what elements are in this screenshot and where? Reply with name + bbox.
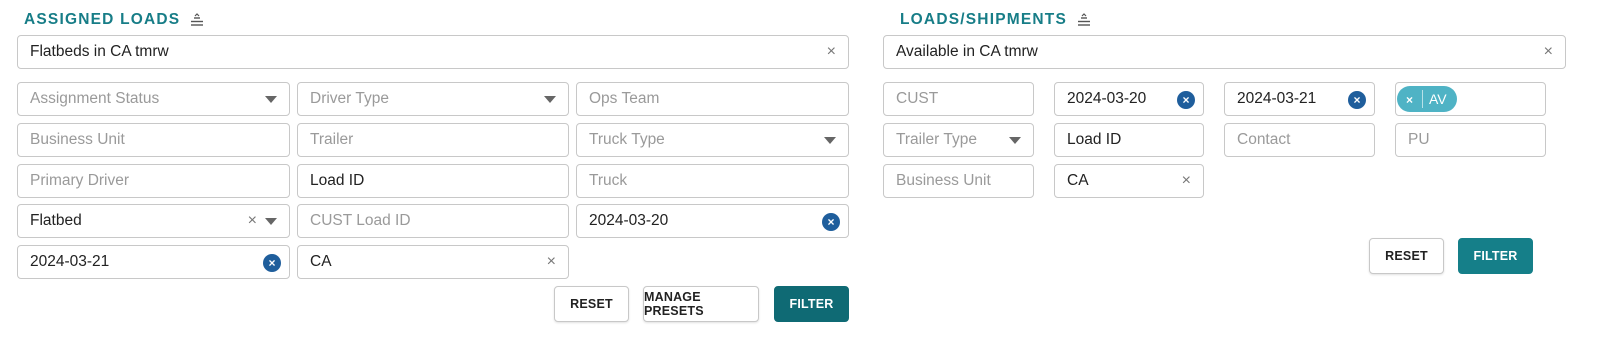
loads-shipments-search-value: Available in CA tmrw	[896, 43, 1038, 60]
ls-load-id-label: Load ID	[1067, 131, 1122, 148]
ls-end-date-input[interactable]: 2024-03-21 ×	[1224, 82, 1375, 116]
primary-driver-input[interactable]: Primary Driver	[17, 164, 290, 198]
pu-input[interactable]: PU	[1395, 123, 1546, 157]
remove-chip-icon[interactable]: ×	[1397, 90, 1423, 108]
ls-state-input[interactable]: CA ×	[1054, 164, 1204, 198]
clear-state-icon[interactable]: ×	[547, 254, 556, 270]
business-unit-input[interactable]: Business Unit	[17, 123, 290, 157]
load-id-input[interactable]: Load ID	[297, 164, 569, 198]
end-date-value: 2024-03-21	[30, 253, 110, 270]
manage-presets-button-label: MANAGE PRESETS	[644, 290, 704, 318]
ls-start-date-input[interactable]: 2024-03-20 ×	[1054, 82, 1204, 116]
collapse-icon[interactable]	[1077, 13, 1091, 27]
ls-trailer-type-placeholder: Trailer Type	[896, 131, 977, 148]
status-chip-label: AV	[1429, 91, 1447, 107]
loads-shipments-title-text: LOADS/SHIPMENTS	[900, 11, 1067, 28]
ls-start-date-value: 2024-03-20	[1067, 90, 1147, 107]
manage-presets-button[interactable]: MANAGE PRESETS	[643, 286, 759, 322]
chevron-down-icon[interactable]	[265, 218, 277, 225]
truck-input[interactable]: Truck	[576, 164, 849, 198]
chevron-down-icon[interactable]	[1009, 137, 1021, 144]
primary-driver-placeholder: Primary Driver	[30, 172, 130, 189]
ls-filter-button[interactable]: FILTER	[1458, 238, 1533, 274]
filter-button[interactable]: FILTER	[774, 286, 849, 322]
status-chip[interactable]: × AV	[1397, 86, 1457, 112]
clear-state-icon[interactable]: ×	[1182, 173, 1191, 189]
ls-load-id-input[interactable]: Load ID	[1054, 123, 1204, 157]
clear-end-date-icon[interactable]: ×	[1348, 91, 1366, 109]
clear-search-icon[interactable]: ×	[1544, 44, 1553, 60]
assigned-loads-search-value: Flatbeds in CA tmrw	[30, 43, 169, 60]
contact-input[interactable]: Contact	[1224, 123, 1375, 157]
clear-end-date-icon[interactable]: ×	[263, 254, 281, 272]
assigned-loads-title: ASSIGNED LOADS	[24, 11, 204, 29]
truck-type-placeholder: Truck Type	[589, 131, 665, 148]
assigned-loads-title-text: ASSIGNED LOADS	[24, 11, 181, 28]
start-date-input[interactable]: 2024-03-20 ×	[576, 204, 849, 238]
ls-business-unit-placeholder: Business Unit	[896, 172, 991, 189]
pu-placeholder: PU	[1408, 131, 1430, 148]
cust-input[interactable]: CUST	[883, 82, 1034, 116]
contact-placeholder: Contact	[1237, 131, 1291, 148]
ops-team-placeholder: Ops Team	[589, 90, 660, 107]
ls-filter-button-label: FILTER	[1473, 249, 1518, 263]
driver-type-select[interactable]: Driver Type	[297, 82, 569, 116]
assignment-status-placeholder: Assignment Status	[30, 90, 160, 107]
ls-reset-button[interactable]: RESET	[1369, 238, 1444, 274]
loads-shipments-title: LOADS/SHIPMENTS	[900, 11, 1091, 29]
cust-placeholder: CUST	[896, 90, 939, 107]
loads-shipments-search-input[interactable]: Available in CA tmrw ×	[883, 35, 1566, 69]
chevron-down-icon[interactable]	[265, 96, 277, 103]
clear-search-icon[interactable]: ×	[827, 44, 836, 60]
clear-start-date-icon[interactable]: ×	[1177, 91, 1195, 109]
truck-placeholder: Truck	[589, 172, 628, 189]
truck-type-select[interactable]: Truck Type	[576, 123, 849, 157]
ls-reset-button-label: RESET	[1385, 249, 1428, 263]
state-input[interactable]: CA ×	[297, 245, 569, 279]
ls-end-date-value: 2024-03-21	[1237, 90, 1317, 107]
chevron-down-icon[interactable]	[824, 137, 836, 144]
assignment-status-select[interactable]: Assignment Status	[17, 82, 290, 116]
status-multiselect[interactable]: × AV	[1395, 82, 1546, 116]
start-date-value: 2024-03-20	[589, 212, 669, 229]
ls-state-value: CA	[1067, 172, 1089, 189]
state-value: CA	[310, 253, 332, 270]
reset-button[interactable]: RESET	[554, 286, 629, 322]
assigned-loads-search-input[interactable]: Flatbeds in CA tmrw ×	[17, 35, 849, 69]
trailer-type-value: Flatbed	[30, 212, 82, 229]
reset-button-label: RESET	[570, 297, 613, 311]
ls-trailer-type-select[interactable]: Trailer Type	[883, 123, 1034, 157]
driver-type-placeholder: Driver Type	[310, 90, 389, 107]
ops-team-input[interactable]: Ops Team	[576, 82, 849, 116]
end-date-input[interactable]: 2024-03-21 ×	[17, 245, 290, 279]
ls-business-unit-input[interactable]: Business Unit	[883, 164, 1034, 198]
collapse-icon[interactable]	[190, 13, 204, 27]
clear-start-date-icon[interactable]: ×	[822, 213, 840, 231]
load-id-label: Load ID	[310, 172, 365, 189]
chevron-down-icon[interactable]	[544, 96, 556, 103]
trailer-input[interactable]: Trailer	[297, 123, 569, 157]
cust-load-id-input[interactable]: CUST Load ID	[297, 204, 569, 238]
business-unit-placeholder: Business Unit	[30, 131, 125, 148]
filter-button-label: FILTER	[789, 297, 834, 311]
trailer-type-select[interactable]: Flatbed ×	[17, 204, 290, 238]
trailer-placeholder: Trailer	[310, 131, 354, 148]
cust-load-id-placeholder: CUST Load ID	[310, 212, 411, 229]
clear-trailer-type-icon[interactable]: ×	[248, 213, 257, 229]
